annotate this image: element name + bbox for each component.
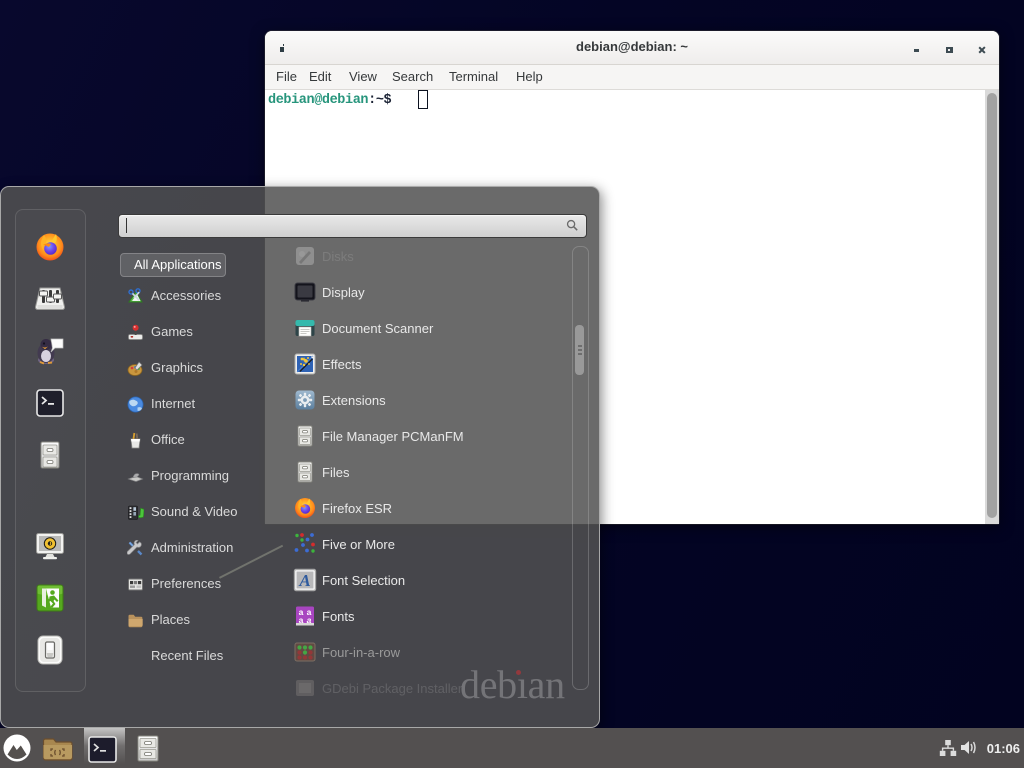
svg-text:a: a: [299, 615, 304, 625]
svg-text:a: a: [307, 615, 312, 625]
svg-text:A: A: [298, 571, 310, 590]
